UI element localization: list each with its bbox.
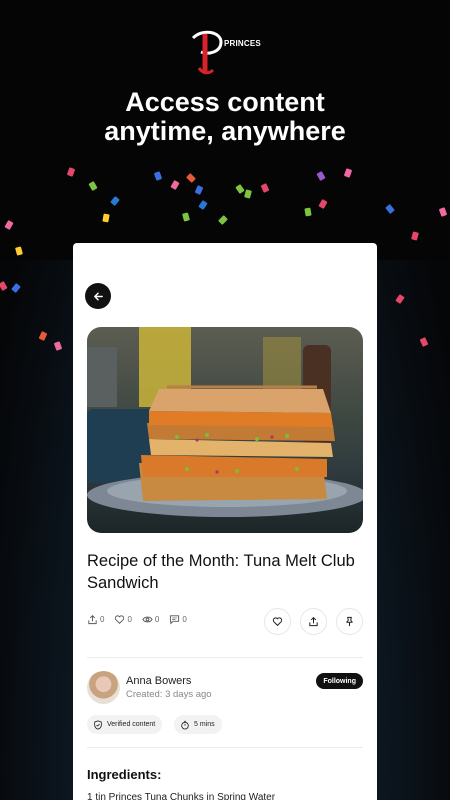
comment-icon (170, 615, 180, 625)
share-count: 0 (87, 614, 104, 625)
share-icon (88, 615, 97, 625)
like-button[interactable] (264, 608, 291, 635)
view-count-value: 0 (154, 615, 160, 624)
shield-check-icon (94, 719, 102, 730)
divider (87, 747, 363, 748)
share-button[interactable] (300, 608, 327, 635)
like-count: 0 (114, 614, 132, 625)
comment-count: 0 (169, 614, 187, 625)
following-button[interactable]: Following (316, 673, 363, 689)
like-count-value: 0 (127, 615, 132, 624)
recipe-hero-image (87, 327, 363, 533)
divider (87, 657, 363, 658)
duration-chip: 5 mins (174, 715, 222, 734)
headline-line-1: Access content (125, 87, 325, 117)
recipe-title: Recipe of the Month: Tuna Melt Club Sand… (87, 552, 355, 592)
comment-count-value: 0 (182, 615, 187, 624)
timer-icon (181, 720, 189, 729)
duration-label: 5 mins (194, 721, 215, 728)
author-name[interactable]: Anna Bowers (126, 675, 191, 687)
avatar[interactable] (87, 671, 120, 704)
verified-content-chip: Verified content (87, 715, 163, 734)
recipe-actions (264, 608, 363, 635)
share-count-value: 0 (100, 615, 105, 624)
content-card: Recipe of the Month: Tuna Melt Club Sand… (73, 243, 377, 800)
logo-text: PRINCES (224, 39, 261, 48)
ingredient-item: 1 tin Princes Tuna Chunks in Spring Wate… (87, 792, 276, 800)
pin-button[interactable] (336, 608, 363, 635)
verified-content-label: Verified content (107, 721, 156, 728)
heart-icon (115, 615, 125, 624)
recipe-stats: 0 0 0 0 (87, 614, 187, 625)
view-count: 0 (142, 614, 159, 625)
princes-logo (191, 30, 223, 75)
share-icon (309, 616, 318, 627)
arrow-left-icon (93, 292, 103, 300)
heart-icon (272, 617, 283, 627)
ingredients-heading: Ingredients: (87, 767, 162, 782)
back-button[interactable] (85, 283, 111, 309)
pin-icon (346, 616, 353, 627)
created-date: Created: 3 days ago (126, 689, 212, 700)
eye-icon (142, 616, 153, 623)
headline-line-2: anytime, anywhere (104, 116, 346, 146)
headline: Access content anytime, anywhere (0, 88, 450, 146)
